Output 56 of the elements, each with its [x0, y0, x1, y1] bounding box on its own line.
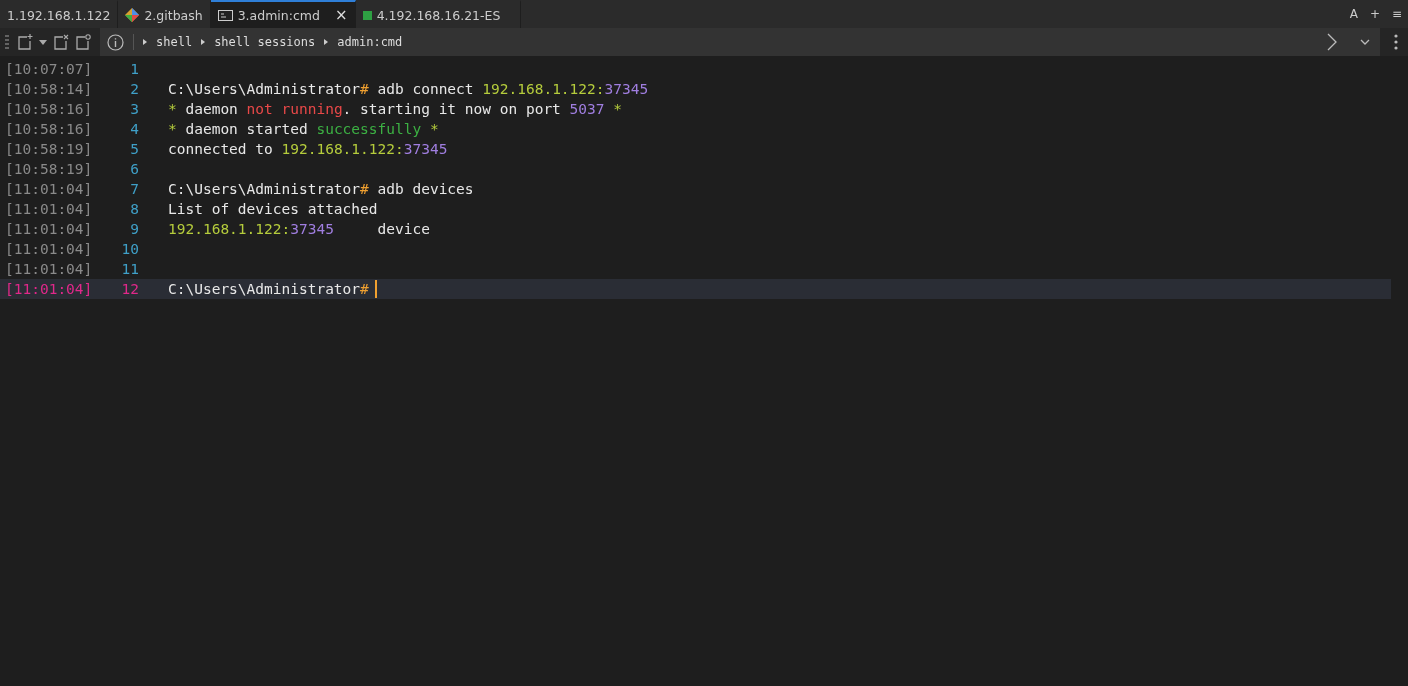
line-number: 2: [129, 81, 139, 97]
timestamp: [11:01:04]: [4, 201, 94, 217]
terminal-line-text: * daemon started successfully *: [168, 121, 439, 137]
line-number: 4: [129, 121, 139, 137]
timestamp: [10:58:16]: [4, 121, 94, 137]
close-button[interactable]: ×: [335, 6, 348, 24]
text-cursor: [374, 280, 377, 298]
timestamp: [11:01:04]: [4, 181, 94, 197]
timestamp: [11:01:04]: [4, 241, 94, 257]
tab[interactable]: 3.admin:cmd ×: [210, 0, 356, 28]
terminal-line-text: 192.168.1.122:37345 device: [168, 221, 430, 237]
triangle-icon: [143, 39, 147, 45]
timestamp: [10:58:16]: [4, 101, 94, 117]
timestamp: [10:58:14]: [4, 81, 94, 97]
timestamp: [11:01:04]: [4, 261, 94, 277]
timestamp: [11:01:04]: [4, 221, 94, 237]
terminal-line-text: C:\Users\Administrator# adb devices: [168, 181, 474, 197]
tab-settings-icon[interactable]: [75, 34, 91, 50]
line-number: 1: [129, 61, 139, 77]
terminal-line-text: connected to 192.168.1.122:37345: [168, 141, 448, 157]
info-icon[interactable]: [107, 33, 124, 51]
line-number: 11: [120, 261, 139, 277]
console-icon: [217, 9, 233, 21]
grip-icon[interactable]: [5, 34, 9, 50]
triangle-icon: [201, 39, 206, 45]
close-tab-icon[interactable]: [53, 34, 69, 50]
new-tab-icon[interactable]: [17, 34, 33, 50]
window-control-button[interactable]: +: [1363, 0, 1386, 28]
terminal-line-text: * daemon not running. starting it now on port 5037 *: [168, 101, 622, 117]
caret-icon[interactable]: [39, 39, 47, 45]
chevron-right-icon[interactable]: [1327, 33, 1337, 51]
line-number: 6: [129, 161, 139, 177]
breadcrumb-item[interactable]: shell sessions: [214, 35, 316, 49]
chevron-down-icon[interactable]: [1360, 39, 1370, 45]
line-number: 8: [129, 201, 139, 217]
window-control-button[interactable]: A: [1343, 0, 1364, 28]
triangle-icon: [324, 39, 329, 45]
line-number: 10: [120, 241, 139, 257]
terminal-line-text: List of devices attached: [168, 201, 378, 217]
line-number: 12: [120, 281, 139, 297]
line-number: 7: [129, 181, 139, 197]
line-number: 5: [129, 141, 139, 157]
timestamp: [10:58:19]: [4, 141, 94, 157]
diamond-icon: [125, 8, 140, 22]
terminal-line-text: C:\Users\Administrator#: [168, 281, 369, 297]
square-icon: [362, 10, 372, 20]
timestamp: [11:01:04]: [4, 281, 94, 297]
window-control-button[interactable]: ≡: [1385, 0, 1408, 28]
timestamp: [10:58:19]: [4, 161, 94, 177]
breadcrumb-item[interactable]: admin:cmd: [337, 35, 403, 49]
more-icon[interactable]: [1394, 34, 1398, 50]
line-number: 3: [129, 101, 139, 117]
timestamp: [10:07:07]: [4, 61, 94, 77]
line-number: 9: [129, 221, 139, 237]
terminal-line-text: C:\Users\Administrator# adb connect 192.168.1.122:37345: [168, 81, 649, 97]
breadcrumb-item[interactable]: shell: [156, 35, 193, 49]
